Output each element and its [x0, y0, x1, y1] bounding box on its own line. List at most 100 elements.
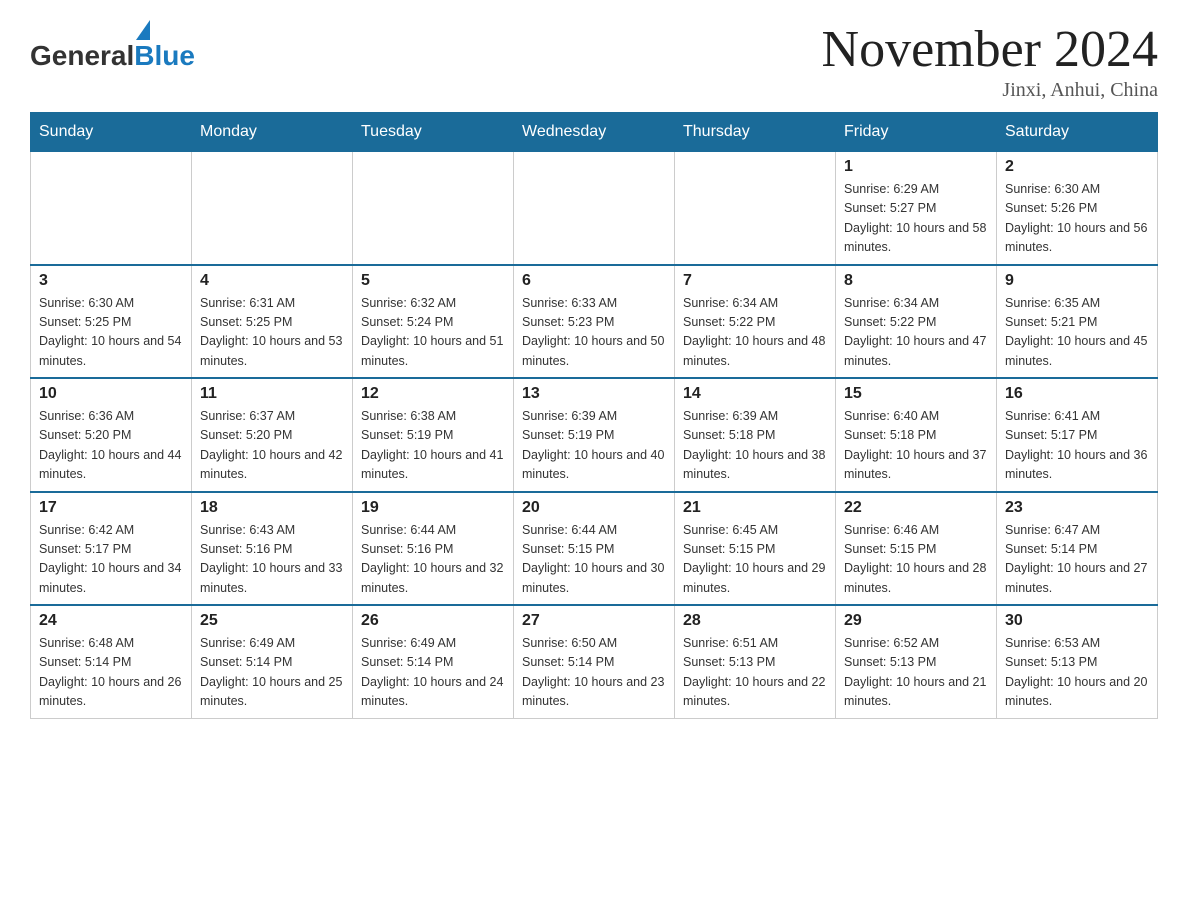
calendar-cell: 17 Sunrise: 6:42 AMSunset: 5:17 PMDayligh…	[31, 492, 192, 606]
calendar-cell: 22 Sunrise: 6:46 AMSunset: 5:15 PMDayligh…	[836, 492, 997, 606]
day-info: Sunrise: 6:46 AMSunset: 5:15 PMDaylight:…	[844, 521, 988, 599]
day-number: 17	[39, 499, 183, 517]
day-number: 21	[683, 499, 827, 517]
day-info: Sunrise: 6:33 AMSunset: 5:23 PMDaylight:…	[522, 294, 666, 372]
day-info: Sunrise: 6:44 AMSunset: 5:15 PMDaylight:…	[522, 521, 666, 599]
weekday-header-monday: Monday	[192, 113, 353, 152]
day-number: 27	[522, 612, 666, 630]
day-info: Sunrise: 6:30 AMSunset: 5:25 PMDaylight:…	[39, 294, 183, 372]
calendar-cell: 26 Sunrise: 6:49 AMSunset: 5:14 PMDayligh…	[353, 605, 514, 718]
day-number: 11	[200, 385, 344, 403]
day-number: 9	[1005, 272, 1149, 290]
day-number: 15	[844, 385, 988, 403]
location-text: Jinxi, Anhui, China	[822, 79, 1158, 102]
calendar-cell: 13 Sunrise: 6:39 AMSunset: 5:19 PMDayligh…	[514, 378, 675, 492]
day-info: Sunrise: 6:39 AMSunset: 5:19 PMDaylight:…	[522, 407, 666, 485]
calendar-week-row: 10Sunrise: 6:36 AMSunset: 5:20 PMDayligh…	[31, 378, 1158, 492]
day-number: 29	[844, 612, 988, 630]
day-number: 20	[522, 499, 666, 517]
weekday-header-wednesday: Wednesday	[514, 113, 675, 152]
day-info: Sunrise: 6:42 AMSunset: 5:17 PMDaylight:…	[39, 521, 183, 599]
weekday-header-row: SundayMondayTuesdayWednesdayThursdayFrid…	[31, 113, 1158, 152]
day-number: 23	[1005, 499, 1149, 517]
day-info: Sunrise: 6:38 AMSunset: 5:19 PMDaylight:…	[361, 407, 505, 485]
calendar-cell: 28Sunrise: 6:51 AMSunset: 5:13 PMDayligh…	[675, 605, 836, 718]
calendar-cell: 5Sunrise: 6:32 AMSunset: 5:24 PMDaylight…	[353, 265, 514, 379]
day-info: Sunrise: 6:34 AMSunset: 5:22 PMDaylight:…	[844, 294, 988, 372]
day-number: 2	[1005, 158, 1149, 176]
calendar-cell	[675, 152, 836, 265]
calendar-cell: 9 Sunrise: 6:35 AMSunset: 5:21 PMDaylight…	[997, 265, 1158, 379]
calendar-week-row: 3Sunrise: 6:30 AMSunset: 5:25 PMDaylight…	[31, 265, 1158, 379]
calendar-table: SundayMondayTuesdayWednesdayThursdayFrid…	[30, 112, 1158, 719]
day-info: Sunrise: 6:43 AMSunset: 5:16 PMDaylight:…	[200, 521, 344, 599]
day-info: Sunrise: 6:30 AMSunset: 5:26 PMDaylight:…	[1005, 180, 1149, 258]
calendar-cell: 19Sunrise: 6:44 AMSunset: 5:16 PMDayligh…	[353, 492, 514, 606]
day-info: Sunrise: 6:39 AMSunset: 5:18 PMDaylight:…	[683, 407, 827, 485]
logo-triangle-icon	[136, 20, 150, 40]
day-number: 14	[683, 385, 827, 403]
day-number: 6	[522, 272, 666, 290]
calendar-cell: 8 Sunrise: 6:34 AMSunset: 5:22 PMDaylight…	[836, 265, 997, 379]
calendar-cell: 24 Sunrise: 6:48 AMSunset: 5:14 PMDayligh…	[31, 605, 192, 718]
logo-blue-text: Blue	[134, 40, 195, 72]
calendar-week-row: 1Sunrise: 6:29 AMSunset: 5:27 PMDaylight…	[31, 152, 1158, 265]
weekday-header-sunday: Sunday	[31, 113, 192, 152]
calendar-cell: 12 Sunrise: 6:38 AMSunset: 5:19 PMDayligh…	[353, 378, 514, 492]
day-info: Sunrise: 6:37 AMSunset: 5:20 PMDaylight:…	[200, 407, 344, 485]
calendar-cell: 14 Sunrise: 6:39 AMSunset: 5:18 PMDayligh…	[675, 378, 836, 492]
calendar-cell	[192, 152, 353, 265]
day-number: 24	[39, 612, 183, 630]
calendar-cell: 27Sunrise: 6:50 AMSunset: 5:14 PMDayligh…	[514, 605, 675, 718]
day-number: 12	[361, 385, 505, 403]
calendar-cell: 7Sunrise: 6:34 AMSunset: 5:22 PMDaylight…	[675, 265, 836, 379]
day-number: 28	[683, 612, 827, 630]
day-number: 22	[844, 499, 988, 517]
calendar-week-row: 24 Sunrise: 6:48 AMSunset: 5:14 PMDayligh…	[31, 605, 1158, 718]
day-info: Sunrise: 6:40 AMSunset: 5:18 PMDaylight:…	[844, 407, 988, 485]
day-number: 8	[844, 272, 988, 290]
calendar-cell: 18 Sunrise: 6:43 AMSunset: 5:16 PMDayligh…	[192, 492, 353, 606]
day-number: 10	[39, 385, 183, 403]
day-info: Sunrise: 6:31 AMSunset: 5:25 PMDaylight:…	[200, 294, 344, 372]
weekday-header-tuesday: Tuesday	[353, 113, 514, 152]
day-number: 25	[200, 612, 344, 630]
calendar-cell: 20 Sunrise: 6:44 AMSunset: 5:15 PMDayligh…	[514, 492, 675, 606]
day-number: 19	[361, 499, 505, 517]
calendar-cell: 4 Sunrise: 6:31 AMSunset: 5:25 PMDaylight…	[192, 265, 353, 379]
day-info: Sunrise: 6:48 AMSunset: 5:14 PMDaylight:…	[39, 634, 183, 712]
logo: General Blue	[30, 20, 195, 72]
calendar-cell: 1Sunrise: 6:29 AMSunset: 5:27 PMDaylight…	[836, 152, 997, 265]
day-info: Sunrise: 6:53 AMSunset: 5:13 PMDaylight:…	[1005, 634, 1149, 712]
logo-blue-part: Blue	[134, 20, 195, 72]
day-info: Sunrise: 6:34 AMSunset: 5:22 PMDaylight:…	[683, 294, 827, 372]
day-number: 16	[1005, 385, 1149, 403]
calendar-cell: 23Sunrise: 6:47 AMSunset: 5:14 PMDayligh…	[997, 492, 1158, 606]
day-number: 18	[200, 499, 344, 517]
calendar-cell: 21 Sunrise: 6:45 AMSunset: 5:15 PMDayligh…	[675, 492, 836, 606]
calendar-cell	[514, 152, 675, 265]
calendar-cell	[353, 152, 514, 265]
calendar-cell: 11 Sunrise: 6:37 AMSunset: 5:20 PMDayligh…	[192, 378, 353, 492]
title-section: November 2024 Jinxi, Anhui, China	[822, 20, 1158, 102]
day-number: 4	[200, 272, 344, 290]
day-info: Sunrise: 6:35 AMSunset: 5:21 PMDaylight:…	[1005, 294, 1149, 372]
calendar-cell	[31, 152, 192, 265]
day-number: 13	[522, 385, 666, 403]
day-info: Sunrise: 6:41 AMSunset: 5:17 PMDaylight:…	[1005, 407, 1149, 485]
logo-general-text: General	[30, 40, 134, 72]
day-info: Sunrise: 6:49 AMSunset: 5:14 PMDaylight:…	[200, 634, 344, 712]
day-number: 26	[361, 612, 505, 630]
calendar-cell: 30Sunrise: 6:53 AMSunset: 5:13 PMDayligh…	[997, 605, 1158, 718]
day-info: Sunrise: 6:52 AMSunset: 5:13 PMDaylight:…	[844, 634, 988, 712]
weekday-header-thursday: Thursday	[675, 113, 836, 152]
day-info: Sunrise: 6:32 AMSunset: 5:24 PMDaylight:…	[361, 294, 505, 372]
calendar-cell: 16 Sunrise: 6:41 AMSunset: 5:17 PMDayligh…	[997, 378, 1158, 492]
weekday-header-friday: Friday	[836, 113, 997, 152]
calendar-cell: 3Sunrise: 6:30 AMSunset: 5:25 PMDaylight…	[31, 265, 192, 379]
day-info: Sunrise: 6:45 AMSunset: 5:15 PMDaylight:…	[683, 521, 827, 599]
calendar-cell: 10Sunrise: 6:36 AMSunset: 5:20 PMDayligh…	[31, 378, 192, 492]
page-header: General Blue November 2024 Jinxi, Anhui,…	[30, 20, 1158, 102]
day-info: Sunrise: 6:49 AMSunset: 5:14 PMDaylight:…	[361, 634, 505, 712]
calendar-cell: 2 Sunrise: 6:30 AMSunset: 5:26 PMDaylight…	[997, 152, 1158, 265]
